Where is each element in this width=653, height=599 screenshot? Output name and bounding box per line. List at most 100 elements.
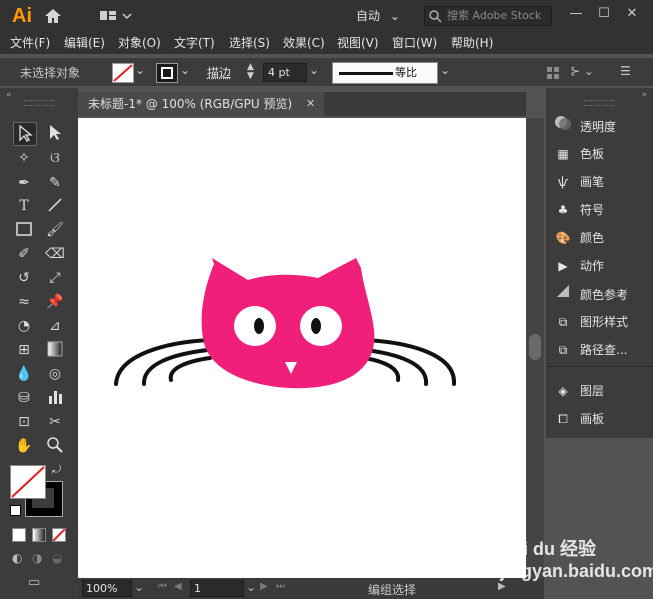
draw-behind-icon[interactable]: ◑	[32, 551, 42, 565]
line-segment-tool-icon[interactable]	[44, 195, 66, 217]
next-artboard-icon[interactable]: ▶	[260, 581, 268, 592]
panel-grip[interactable]	[24, 100, 54, 106]
stroke-swatch[interactable]	[156, 63, 178, 83]
menu-edit[interactable]: 编辑(E)	[64, 32, 105, 54]
color-mode-icon[interactable]	[12, 528, 26, 542]
panel-menu-icon[interactable]: ☰	[620, 64, 631, 78]
draw-normal-icon[interactable]: ◐	[12, 551, 22, 565]
fill-dropdown[interactable]: ⌄	[135, 63, 145, 77]
home-icon[interactable]	[42, 6, 66, 26]
none-mode-icon[interactable]	[52, 528, 66, 542]
stroke-weight-dropdown[interactable]: ⌄	[309, 63, 319, 77]
panel-symbols[interactable]: ♣ 符号	[552, 199, 652, 221]
panel-brushes[interactable]: ѱ 画笔	[552, 171, 652, 193]
zoom-dropdown[interactable]: ⌄	[134, 580, 144, 594]
gradient-mode-icon[interactable]	[32, 528, 46, 542]
draw-inside-icon[interactable]: ◒	[52, 551, 62, 565]
menu-window[interactable]: 窗口(W)	[392, 32, 437, 54]
panel-actions[interactable]: ▶ 动作	[552, 255, 652, 277]
shaper-tool-icon[interactable]: ✐	[13, 243, 35, 265]
magic-wand-tool-icon[interactable]: ✧	[13, 147, 35, 169]
eyedropper-tool-icon[interactable]: 💧	[13, 363, 35, 385]
menu-effect[interactable]: 效果(C)	[283, 32, 325, 54]
panel-swatches[interactable]: ▦ 色板	[552, 143, 652, 165]
menu-type[interactable]: 文字(T)	[174, 32, 215, 54]
type-tool-icon[interactable]: T	[13, 195, 35, 217]
last-artboard-icon[interactable]: ⏭	[276, 581, 285, 592]
width-tool-icon[interactable]: ≈	[13, 291, 35, 313]
lasso-tool-icon[interactable]: ଓ	[44, 147, 66, 169]
menu-file[interactable]: 文件(F)	[10, 32, 50, 54]
stroke-label[interactable]: 描边	[207, 64, 231, 81]
pen-tool-icon[interactable]: ✒	[13, 172, 35, 194]
panel-graphic-styles[interactable]: ⧉ 图形样式	[552, 311, 652, 333]
slice-tool-icon[interactable]: ✂	[44, 411, 66, 433]
menu-object[interactable]: 对象(O)	[118, 32, 161, 54]
arrange-documents-icon[interactable]	[96, 7, 136, 25]
panel-color-guide[interactable]: 颜色参考	[552, 283, 652, 305]
fill-swatch[interactable]	[112, 63, 134, 83]
transparency-icon	[552, 115, 574, 138]
document-tab[interactable]: 未标题-1* @ 100% (RGB/GPU 预览) ✕	[78, 92, 324, 116]
panel-pathfinder-label: 路径查...	[580, 343, 628, 357]
cat-head	[201, 258, 375, 389]
scale-tool-icon[interactable]: ⤢	[44, 267, 66, 289]
symbol-sprayer-tool-icon[interactable]: ⛁	[13, 387, 35, 409]
blend-tool-icon[interactable]: ◎	[44, 363, 66, 385]
curvature-tool-icon[interactable]: ✎	[44, 172, 66, 194]
eraser-tool-icon[interactable]: ⌫	[44, 243, 66, 265]
zoom-tool-icon[interactable]	[44, 435, 66, 457]
gradient-tool-icon[interactable]	[44, 339, 66, 361]
column-graph-tool-icon[interactable]	[44, 387, 66, 409]
transform-icon[interactable]: ⊱ ⌄	[570, 64, 594, 78]
close-button[interactable]: ✕	[618, 0, 646, 28]
stroke-weight-input[interactable]: 4 pt	[263, 63, 307, 82]
profile-dropdown[interactable]: ⌄	[440, 63, 450, 77]
first-artboard-icon[interactable]: ⏮	[158, 581, 167, 592]
default-colors-icon[interactable]	[10, 505, 21, 516]
fill-color-box[interactable]	[10, 465, 46, 499]
panel-graphic-styles-label: 图形样式	[580, 315, 629, 329]
screen-mode-icon[interactable]: ▭	[28, 575, 40, 590]
mesh-tool-icon[interactable]: ⊞	[13, 339, 35, 361]
menu-help[interactable]: 帮助(H)	[451, 32, 493, 54]
stroke-dropdown[interactable]: ⌄	[180, 63, 190, 77]
cat-artwork[interactable]	[78, 118, 526, 578]
panel-layers[interactable]: ◈ 图层	[552, 380, 652, 402]
perspective-grid-tool-icon[interactable]: ⊿	[44, 315, 66, 337]
shape-builder-tool-icon[interactable]: ◔	[13, 315, 35, 337]
rectangle-tool-icon[interactable]	[13, 219, 35, 241]
align-icon[interactable]	[546, 66, 560, 80]
collapse-left-icon[interactable]: «	[6, 90, 12, 100]
hand-tool-icon[interactable]: ✋	[13, 435, 35, 457]
zoom-input[interactable]: 100%	[82, 580, 132, 597]
selection-tool-icon[interactable]	[13, 122, 37, 146]
menu-view[interactable]: 视图(V)	[337, 32, 379, 54]
artboard-tool-icon[interactable]: ⊡	[13, 411, 35, 433]
scroll-thumb[interactable]	[529, 334, 541, 360]
vertical-scrollbar[interactable]	[526, 118, 544, 578]
close-tab-icon[interactable]: ✕	[306, 92, 315, 116]
previous-artboard-icon[interactable]: ◀	[174, 581, 182, 592]
maximize-button[interactable]: ☐	[590, 0, 618, 28]
workspace-switcher[interactable]: 自动 ⌄	[356, 8, 400, 24]
panel-artboards[interactable]: ⧠ 画板	[552, 408, 652, 430]
puppet-warp-tool-icon[interactable]: 📌	[44, 291, 66, 313]
artboard-number-input[interactable]: 1	[190, 580, 244, 597]
artboard-canvas[interactable]	[78, 118, 526, 578]
stock-search-input[interactable]: 搜索 Adobe Stock	[424, 6, 552, 26]
panel-grip-right[interactable]	[584, 100, 614, 106]
variable-width-profile[interactable]: 等比	[332, 62, 438, 84]
panel-pathfinder[interactable]: ⧉ 路径查...	[552, 339, 652, 361]
collapse-right-icon[interactable]: »	[641, 90, 647, 100]
artboard-dropdown[interactable]: ⌄	[246, 580, 256, 594]
menu-select[interactable]: 选择(S)	[229, 32, 270, 54]
stroke-stepper[interactable]: ▲ ▼	[247, 63, 261, 81]
direct-selection-tool-icon[interactable]	[44, 122, 66, 144]
minimize-button[interactable]: —	[562, 0, 590, 28]
panel-color[interactable]: 🎨 颜色	[552, 227, 652, 249]
rotate-tool-icon[interactable]: ↺	[13, 267, 35, 289]
paintbrush-tool-icon[interactable]: 🖌	[44, 219, 66, 241]
swap-fill-stroke-icon[interactable]: ⤾	[52, 463, 61, 477]
panel-transparency[interactable]: 透明度	[552, 115, 652, 137]
